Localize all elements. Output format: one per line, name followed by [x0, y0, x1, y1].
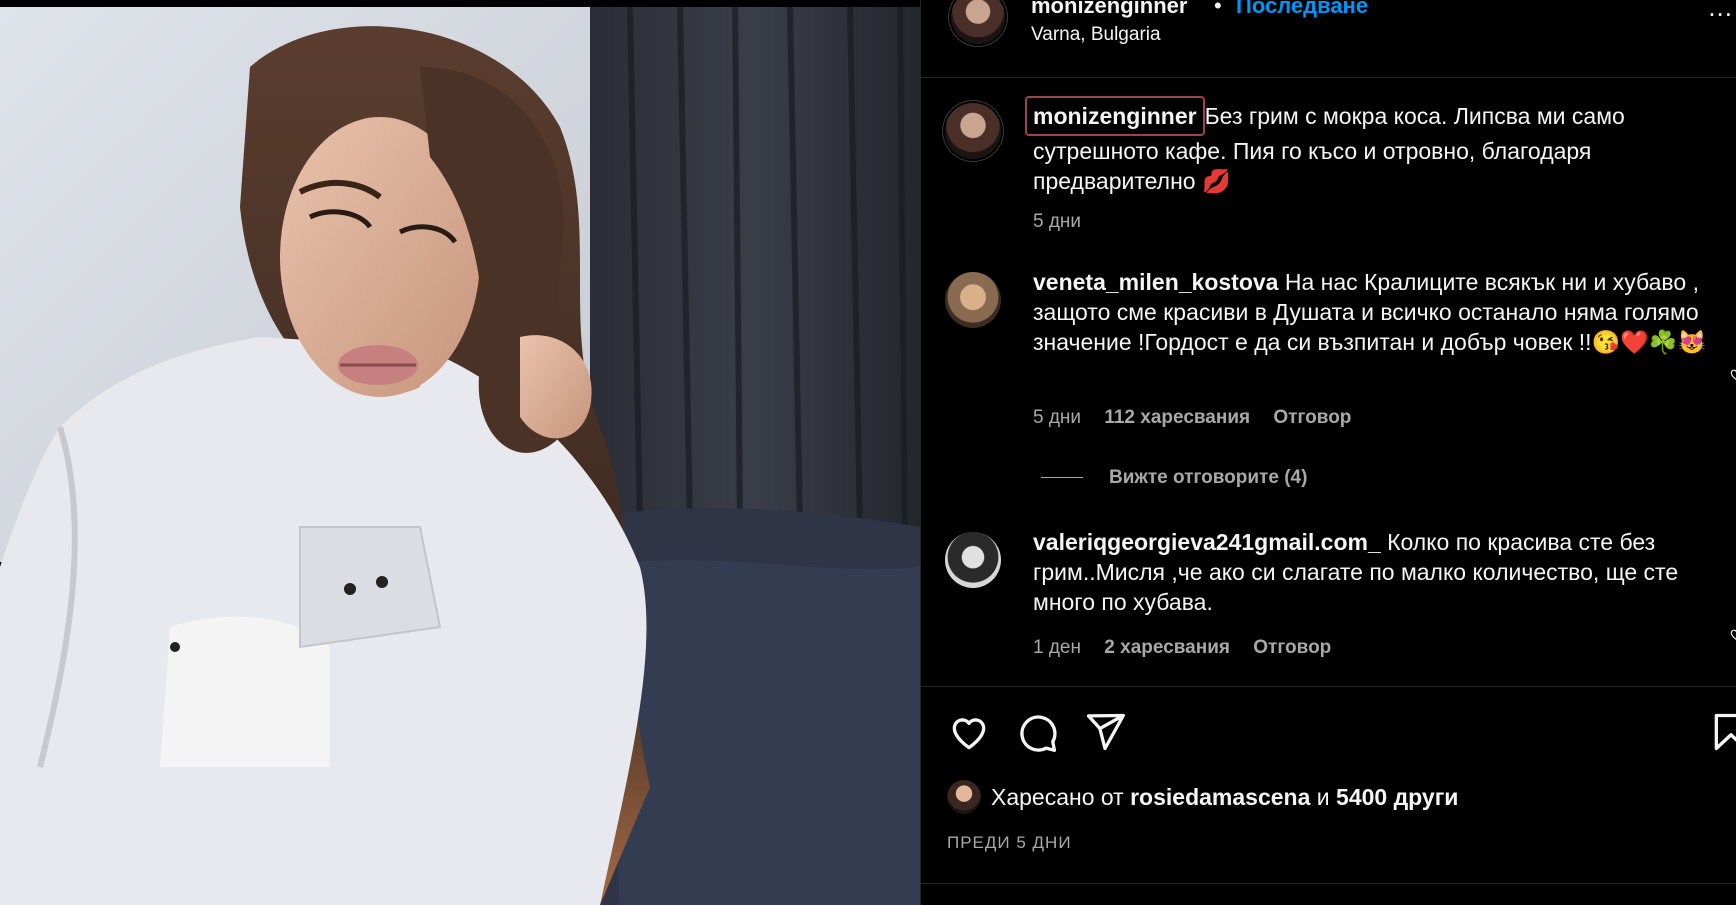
- comment-text-block: valeriqgeorgieva241gmail.com_ Колко по к…: [1033, 527, 1713, 617]
- comment-username[interactable]: veneta_milen_kostova: [1033, 269, 1278, 295]
- view-replies-label: Вижте отговорите (4): [1109, 467, 1308, 488]
- heart-icon[interactable]: [947, 710, 991, 754]
- post-side-panel: monizenginner • Последване Varna, Bulgar…: [920, 0, 1736, 905]
- post-age[interactable]: ПРЕДИ 5 ДНИ: [947, 833, 1072, 853]
- action-bar: [921, 700, 1736, 760]
- post-header: monizenginner • Последване Varna, Bulgar…: [921, 0, 1736, 78]
- more-options-icon[interactable]: ...: [1708, 0, 1733, 23]
- comment-username[interactable]: valeriqgeorgieva241gmail.com_: [1033, 529, 1381, 555]
- comment-avatar[interactable]: [945, 272, 1001, 328]
- comment-text-block: veneta_milen_kostova На нас Кралиците вс…: [1033, 267, 1713, 357]
- comment-like-icon[interactable]: [1729, 367, 1736, 381]
- view-replies-button[interactable]: Вижте отговорите (4): [1041, 467, 1307, 489]
- replies-divider: [1041, 477, 1083, 479]
- caption-avatar[interactable]: [945, 103, 1001, 159]
- reply-button[interactable]: Отговор: [1253, 637, 1331, 658]
- comment-meta: 5 дни 112 харесвания Отговор: [1033, 407, 1369, 429]
- reply-button[interactable]: Отговор: [1273, 407, 1351, 428]
- caption-text-block: monizenginner Без грим с мокра коса. Липс…: [1025, 96, 1713, 196]
- author-avatar[interactable]: [951, 0, 1005, 44]
- divider: [921, 883, 1736, 884]
- post-image: [0, 7, 920, 905]
- header-separator: •: [1214, 0, 1222, 18]
- author-username[interactable]: monizenginner: [1031, 0, 1187, 19]
- likes-summary[interactable]: Харесано от rosiedamascena и 5400 други: [947, 780, 1458, 816]
- comment-avatar[interactable]: [945, 532, 1001, 588]
- comment-likes[interactable]: 2 харесвания: [1104, 637, 1230, 658]
- liker-username[interactable]: rosiedamascena: [1130, 784, 1310, 810]
- likes-conj: и: [1316, 784, 1330, 811]
- comment-time[interactable]: 5 дни: [1033, 407, 1081, 428]
- caption-meta: 5 дни: [1033, 211, 1099, 233]
- liker-avatar[interactable]: [947, 780, 981, 814]
- post-photo[interactable]: [0, 0, 920, 905]
- share-icon[interactable]: [1083, 710, 1127, 754]
- follow-button[interactable]: Последване: [1236, 0, 1368, 19]
- caption-username[interactable]: monizenginner: [1033, 103, 1197, 129]
- comment-time[interactable]: 1 ден: [1033, 637, 1081, 658]
- comment-meta: 1 ден 2 харесвания Отговор: [1033, 637, 1349, 659]
- comment-likes[interactable]: 112 харесвания: [1104, 407, 1250, 428]
- comments-section[interactable]: monizenginner Без грим с мокра коса. Липс…: [921, 77, 1736, 687]
- post-location[interactable]: Varna, Bulgaria: [1031, 24, 1161, 46]
- caption-time[interactable]: 5 дни: [1033, 211, 1081, 232]
- comment-icon[interactable]: [1015, 710, 1059, 754]
- likes-others[interactable]: 5400 други: [1336, 784, 1458, 810]
- likes-prefix: Харесано от: [991, 784, 1124, 811]
- caption-username-highlight: monizenginner: [1025, 96, 1205, 136]
- bookmark-icon[interactable]: [1709, 710, 1736, 754]
- photo-top-bar: [0, 0, 920, 7]
- comment-like-icon[interactable]: [1729, 627, 1736, 641]
